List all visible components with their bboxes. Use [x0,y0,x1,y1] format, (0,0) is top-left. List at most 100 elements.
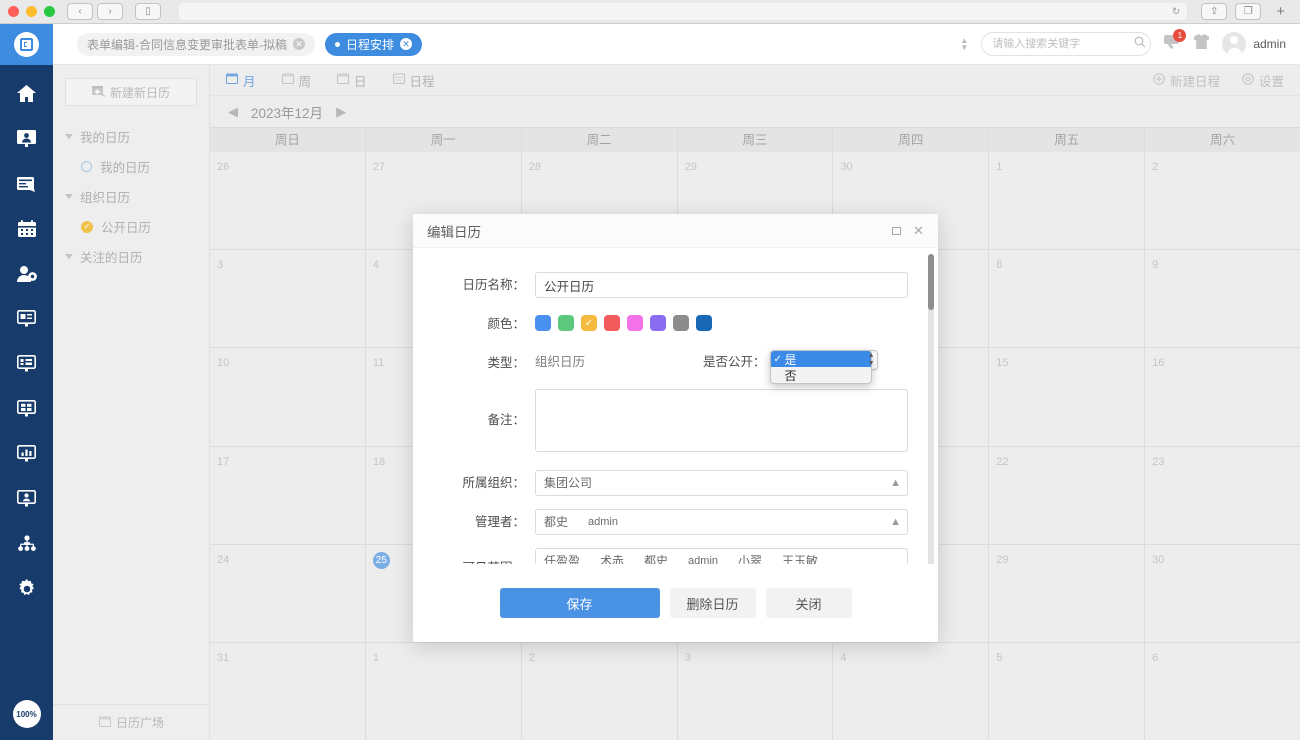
reload-icon[interactable]: ↻ [1172,6,1180,17]
tab-form-editor[interactable]: 表单编辑-合同信息变更审批表单-拟稿 ✕ [77,33,315,56]
calendar-day-cell[interactable]: 29 [989,545,1145,642]
tab-schedule[interactable]: 日程安排 ✕ [325,33,422,56]
close-window-button[interactable] [8,6,19,17]
close-dialog-button[interactable]: 关闭 [766,588,852,618]
sidebar-item-report[interactable] [0,296,53,341]
calendar-day-cell[interactable]: 24 [210,545,366,642]
tree-group-my-calendars[interactable]: 我的日历 [53,121,209,152]
calendar-day-cell[interactable]: 15 [989,348,1145,445]
sidebar-toggle-button[interactable]: ▯ [135,3,161,20]
save-button[interactable]: 保存 [500,588,660,618]
delete-calendar-button[interactable]: 删除日历 [670,588,756,618]
chevron-down-icon[interactable] [65,134,73,139]
calendar-day-cell[interactable]: 5 [989,643,1145,740]
forward-button[interactable]: › [97,3,123,20]
calendar-day-cell[interactable]: 26 [210,152,366,249]
new-event-button[interactable]: 新建日程 [1153,71,1220,90]
chevron-down-icon[interactable] [65,254,73,259]
view-tab-day[interactable]: 日 [337,71,367,90]
calendar-day-cell[interactable]: 8 [989,250,1145,347]
sidebar-item-home[interactable] [0,71,53,116]
calendar-day-cell[interactable]: 16 [1145,348,1300,445]
color-swatch-purple[interactable] [650,315,666,331]
sidebar-item-workspace[interactable] [0,341,53,386]
color-swatch-red[interactable] [604,315,620,331]
prev-month-button[interactable]: ◀ [228,104,238,120]
calendar-day-cell[interactable]: 30 [1145,545,1300,642]
next-month-button[interactable]: ▶ [336,104,346,120]
minimize-window-button[interactable] [26,6,37,17]
dialog-scrollbar[interactable] [928,254,934,564]
calendar-day-cell[interactable]: 1 [989,152,1145,249]
calendar-day-cell[interactable]: 23 [1145,447,1300,544]
calendar-day-cell[interactable]: 3 [210,250,366,347]
tree-item-my-calendar[interactable]: 我的日历 [53,152,209,181]
address-bar[interactable]: ↻ [179,3,1187,20]
calendar-day-cell[interactable]: 3 [678,643,834,740]
view-tab-agenda[interactable]: 日程 [393,71,435,90]
public-select[interactable]: ▲▼ ✓ 是 否 [770,350,878,370]
color-swatch-darkblue[interactable] [696,315,712,331]
color-swatch-gray[interactable] [673,315,689,331]
share-button[interactable]: ⇪ [1201,3,1227,20]
calendar-settings-button[interactable]: 设置 [1242,71,1284,90]
person-picker-icon[interactable]: ▲ [890,477,901,489]
close-icon[interactable]: ✕ [913,224,924,237]
user-menu[interactable]: admin [1222,32,1286,56]
sidebar-item-forms[interactable] [0,161,53,206]
color-swatch-green[interactable] [558,315,574,331]
search-input[interactable] [992,38,1134,50]
zoom-level-badge[interactable]: 100% [13,700,41,728]
check-circle-icon[interactable]: ✓ [81,221,93,233]
sidebar-item-user-settings[interactable] [0,251,53,296]
view-tab-week[interactable]: 周 [282,71,312,90]
calendar-name-input[interactable] [535,272,908,298]
scrollbar-thumb[interactable] [928,254,934,310]
collapse-toggle[interactable]: ▲▼ [960,37,968,51]
tab-close-icon[interactable]: ✕ [293,38,305,50]
remark-textarea[interactable] [535,389,908,452]
calendar-day-cell[interactable]: 31 [210,643,366,740]
chevron-down-icon[interactable] [65,194,73,199]
maximize-icon[interactable] [892,227,901,235]
new-tab-button[interactable]: + [1269,3,1292,20]
app-logo[interactable] [0,24,53,65]
tree-group-followed-calendars[interactable]: 关注的日历 [53,241,209,272]
sidebar-item-meeting[interactable] [0,476,53,521]
person-picker-icon[interactable]: ▲ [890,516,901,528]
tree-group-org-calendars[interactable]: 组织日历 [53,181,209,212]
sidebar-item-analytics[interactable] [0,431,53,476]
org-picker[interactable]: 集团公司 ▲ [535,470,908,496]
notifications-button[interactable]: 1 [1164,34,1181,54]
back-button[interactable]: ‹ [67,3,93,20]
maximize-window-button[interactable] [44,6,55,17]
calendar-plaza-button[interactable]: 日历广场 [53,704,210,740]
manager-picker[interactable]: 都史 admin ▲ [535,509,908,535]
search-box[interactable] [981,32,1151,56]
sidebar-item-calendar[interactable] [0,206,53,251]
sidebar-item-portal[interactable] [0,116,53,161]
avatar[interactable] [1222,32,1246,56]
tab-close-icon[interactable]: ✕ [400,38,412,50]
sidebar-item-org[interactable] [0,521,53,566]
calendar-day-cell[interactable]: 17 [210,447,366,544]
calendar-day-cell[interactable]: 22 [989,447,1145,544]
theme-button[interactable] [1194,34,1209,54]
color-swatch-yellow-selected[interactable]: ✓ [581,315,597,331]
color-swatch-pink[interactable] [627,315,643,331]
calendar-day-cell[interactable]: 9 [1145,250,1300,347]
search-icon[interactable] [1134,35,1146,53]
calendar-day-cell[interactable]: 4 [833,643,989,740]
visible-scope-picker[interactable]: 任盈盈 术赤 都史 admin 小翠 王玉敏 苏敏 高升泰 ▲ [535,548,908,564]
calendar-day-cell[interactable]: 6 [1145,643,1300,740]
select-option-yes[interactable]: ✓ 是 [771,351,871,367]
view-tab-month[interactable]: 月 [226,71,256,90]
calendar-day-cell[interactable]: 1 [366,643,522,740]
color-swatch-blue[interactable] [535,315,551,331]
sidebar-item-apps[interactable] [0,386,53,431]
calendar-day-cell[interactable]: 2 [522,643,678,740]
new-calendar-button[interactable]: 新建新日历 [65,78,197,106]
select-options-popup[interactable]: ✓ 是 否 [770,350,872,384]
select-option-no[interactable]: 否 [771,367,871,383]
sidebar-item-settings[interactable] [0,566,53,611]
